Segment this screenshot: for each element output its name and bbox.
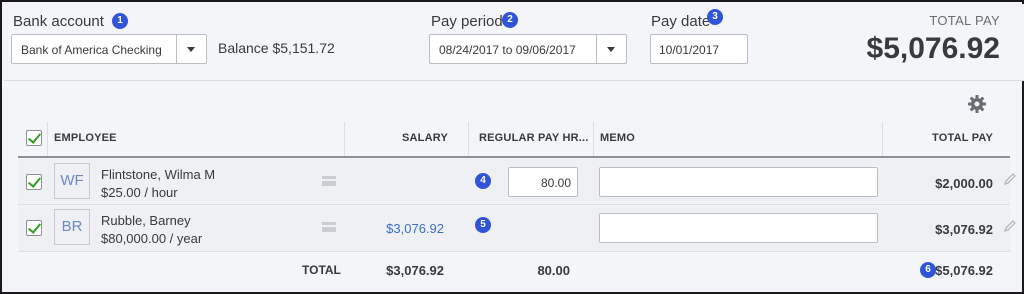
dropdown-arrow-icon[interactable] xyxy=(596,35,626,63)
pay-period-select[interactable]: 08/24/2017 to 09/06/2017 xyxy=(429,34,627,64)
pay-date-label: Pay date xyxy=(651,13,711,30)
column-divider xyxy=(344,122,345,156)
pay-period-label: Pay period xyxy=(431,13,503,30)
regular-pay-hours-input[interactable]: 80.00 xyxy=(508,167,578,197)
avatar: WF xyxy=(54,163,90,199)
column-header-regular-pay-hours: REGULAR PAY HR... xyxy=(479,132,589,144)
select-all-checkbox[interactable] xyxy=(26,130,42,146)
gear-icon[interactable] xyxy=(967,94,987,114)
avatar: BR xyxy=(54,209,90,245)
dropdown-arrow-icon[interactable] xyxy=(176,35,206,63)
step-badge-4: 4 xyxy=(475,173,491,189)
salary-link[interactable]: $3,076.92 xyxy=(386,221,444,236)
column-divider xyxy=(468,122,469,156)
total-pay-amount: $5,076.92 xyxy=(866,32,1000,65)
step-badge-2: 2 xyxy=(502,12,518,28)
employee-name[interactable]: Flintstone, Wilma M xyxy=(101,167,215,182)
pay-date-value: 10/01/2017 xyxy=(659,43,720,57)
bank-account-value: Bank of America Checking xyxy=(21,43,162,57)
totals-total-pay: $5,076.92 xyxy=(935,263,993,278)
column-header-memo: MEMO xyxy=(600,132,636,144)
row-checkbox[interactable] xyxy=(26,220,42,236)
column-divider xyxy=(47,122,48,156)
regular-pay-hours-value: 80.00 xyxy=(540,176,571,190)
pencil-icon[interactable] xyxy=(1003,219,1016,232)
row-total-pay: $3,076.92 xyxy=(935,222,993,237)
balance-text: Balance $5,151.72 xyxy=(218,40,335,56)
row-checkbox[interactable] xyxy=(26,174,42,190)
pay-period-value: 08/24/2017 to 09/06/2017 xyxy=(439,43,576,57)
column-header-total-pay: TOTAL PAY xyxy=(932,132,994,144)
column-header-employee: EMPLOYEE xyxy=(54,132,117,144)
pencil-icon[interactable] xyxy=(1003,172,1016,185)
column-divider xyxy=(882,122,883,156)
card-icon xyxy=(322,222,336,232)
column-header-salary: SALARY xyxy=(402,132,449,144)
employee-name[interactable]: Rubble, Barney xyxy=(101,213,191,228)
bank-account-select[interactable]: Bank of America Checking xyxy=(11,34,207,64)
step-badge-6: 6 xyxy=(920,262,936,278)
employee-rate: $25.00 / hour xyxy=(101,185,178,200)
column-divider xyxy=(593,122,594,156)
memo-input[interactable] xyxy=(599,167,878,197)
bank-account-label: Bank account xyxy=(13,13,104,30)
payroll-panel: Bank account 1 Bank of America Checking … xyxy=(0,0,1024,294)
pay-date-input[interactable]: 10/01/2017 xyxy=(650,34,748,64)
totals-label: TOTAL xyxy=(302,263,341,277)
card-icon xyxy=(322,176,336,186)
memo-input[interactable] xyxy=(599,213,878,243)
totals-row xyxy=(18,253,1010,287)
totals-salary: $3,076.92 xyxy=(386,263,444,278)
totals-hours: 80.00 xyxy=(537,263,570,278)
row-total-pay: $2,000.00 xyxy=(935,176,993,191)
step-badge-3: 3 xyxy=(707,9,723,25)
step-badge-1: 1 xyxy=(112,13,128,29)
step-badge-5: 5 xyxy=(475,217,491,233)
total-pay-label: TOTAL PAY xyxy=(929,13,1000,28)
employee-rate: $80,000.00 / year xyxy=(101,231,203,246)
